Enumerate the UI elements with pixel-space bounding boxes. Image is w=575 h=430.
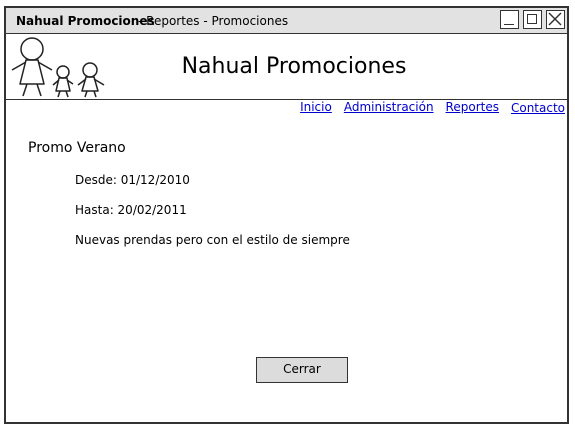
close-window-button[interactable] <box>546 10 565 29</box>
minimize-button[interactable] <box>500 10 519 29</box>
title-bar: Nahual Promociones - Reportes - Promocio… <box>6 8 567 34</box>
close-button[interactable]: Cerrar <box>256 357 348 383</box>
maximize-icon <box>527 14 537 24</box>
nav-link-administracion[interactable]: Administración <box>344 100 434 115</box>
nav-link-contacto[interactable]: Contacto <box>511 101 565 115</box>
breadcrumb: - Reportes - Promociones <box>138 14 289 28</box>
nav-link-inicio[interactable]: Inicio <box>300 100 332 115</box>
promo-start-date: Desde: 01/12/2010 <box>75 173 190 187</box>
promo-name: Promo Verano <box>28 140 126 156</box>
site-header: Nahual Promociones <box>6 34 567 100</box>
app-name: Nahual Promociones <box>16 14 155 28</box>
promo-end-date: Hasta: 20/02/2011 <box>75 203 187 217</box>
maximize-button[interactable] <box>523 10 542 29</box>
minimize-icon <box>504 24 514 25</box>
close-icon <box>548 12 562 26</box>
site-title: Nahual Promociones <box>181 54 407 79</box>
nav-link-reportes[interactable]: Reportes <box>446 100 499 115</box>
promo-description: Nuevas prendas pero con el estilo de sie… <box>75 233 350 247</box>
main-nav: Inicio Administración Reportes Contacto <box>300 100 565 115</box>
